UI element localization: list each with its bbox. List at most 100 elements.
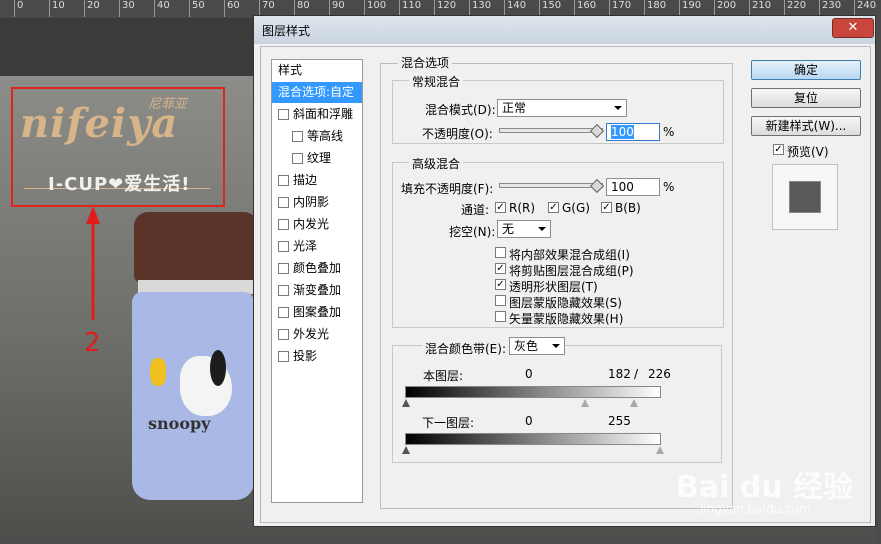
style-list-item[interactable]: 等高线 <box>272 126 362 147</box>
fill-opacity-slider[interactable] <box>499 183 603 188</box>
style-checkbox[interactable] <box>292 153 303 164</box>
style-checkbox[interactable] <box>278 351 289 362</box>
style-list-item[interactable]: 图案叠加 <box>272 302 362 323</box>
knockout-value: 无 <box>502 222 515 236</box>
opacity-input[interactable]: 100 <box>606 123 660 141</box>
style-list-item[interactable]: 外发光 <box>272 324 362 345</box>
style-checkbox[interactable] <box>278 109 289 120</box>
new-style-button[interactable]: 新建样式(W)... <box>751 116 861 136</box>
dialog-title: 图层样式 <box>262 24 311 38</box>
style-checkbox[interactable] <box>278 197 289 208</box>
this-layer-label: 本图层: <box>423 369 464 383</box>
chevron-down-icon <box>552 344 560 348</box>
chevron-down-icon <box>538 227 546 231</box>
blend-if-group <box>392 345 722 463</box>
advanced-option-checkbox[interactable] <box>495 311 506 322</box>
channel-r-checkbox[interactable]: ✓ <box>495 202 506 213</box>
style-checkbox[interactable] <box>278 175 289 186</box>
style-checkbox[interactable] <box>278 285 289 296</box>
style-list-item[interactable]: 混合选项:自定 <box>272 82 362 103</box>
style-list-item[interactable]: 纹理 <box>272 148 362 169</box>
this-layer-min: 0 <box>525 367 533 381</box>
underlying-layer-max: 255 <box>608 414 631 428</box>
style-list-item-label: 颜色叠加 <box>293 261 342 275</box>
advanced-option-checkbox[interactable]: ✓ <box>495 263 506 274</box>
opacity-unit: % <box>663 125 675 139</box>
advanced-blending-title: 高级混合 <box>409 155 464 172</box>
style-list-header[interactable]: 样式 <box>272 60 368 81</box>
underlying-layer-gradient <box>405 433 661 445</box>
opacity-value: 100 <box>611 125 634 139</box>
underlying-layer-min: 0 <box>525 414 533 428</box>
blending-options-title: 混合选项 <box>398 54 453 71</box>
style-list-item[interactable]: 光泽 <box>272 236 362 257</box>
advanced-option-label: 将剪贴图层混合成组(P) <box>509 264 634 278</box>
advanced-option-label: 透明形状图层(T) <box>509 280 598 294</box>
reset-button[interactable]: 复位 <box>751 88 861 108</box>
style-list-item[interactable]: 颜色叠加 <box>272 258 362 279</box>
baidu-watermark-url: jingyan.baidu.com <box>700 502 811 516</box>
style-checkbox[interactable] <box>292 131 303 142</box>
style-list-item[interactable]: 斜面和浮雕 <box>272 104 362 125</box>
style-list: 样式 混合选项:自定 斜面和浮雕 等高线 纹理 描边 内阴影 内发光 光泽 颜色叠加 渐变叠加 图案… <box>271 59 363 503</box>
style-checkbox[interactable] <box>278 307 289 318</box>
blend-if-select[interactable]: 灰色 <box>509 337 565 355</box>
opacity-slider[interactable] <box>499 128 603 133</box>
style-list-item-label: 等高线 <box>307 129 344 143</box>
style-checkbox[interactable] <box>278 329 289 340</box>
style-list-item[interactable]: 投影 <box>272 346 362 367</box>
advanced-option-checkbox[interactable]: ✓ <box>495 279 506 290</box>
blend-mode-label: 混合模式(D): <box>425 103 496 117</box>
dialog-titlebar[interactable] <box>254 16 875 44</box>
blend-mode-select[interactable]: 正常 <box>497 99 627 117</box>
style-list-item-label: 光泽 <box>293 239 318 253</box>
advanced-option-checkbox[interactable] <box>495 247 506 258</box>
this-layer-white-slider-right[interactable] <box>630 399 638 407</box>
style-list-item[interactable]: 渐变叠加 <box>272 280 362 301</box>
preview-label: 预览(V) <box>787 145 829 159</box>
preview-checkbox[interactable]: ✓ <box>773 144 784 155</box>
channel-r-label: R(R) <box>509 201 536 215</box>
style-checkbox[interactable] <box>278 241 289 252</box>
this-layer-gradient <box>405 386 661 398</box>
underlying-layer-label: 下一图层: <box>422 416 475 430</box>
blend-if-value: 灰色 <box>514 339 539 353</box>
style-list-item[interactable]: 内阴影 <box>272 192 362 213</box>
style-list-item[interactable]: 内发光 <box>272 214 362 235</box>
fill-opacity-unit: % <box>663 180 675 194</box>
style-list-item-label: 图案叠加 <box>293 305 342 319</box>
underlying-layer-white-slider[interactable] <box>656 446 664 454</box>
style-checkbox[interactable] <box>278 219 289 230</box>
this-layer-max-a: 182 <box>608 367 631 381</box>
style-list-item-label: 描边 <box>293 173 318 187</box>
style-list-item-label: 内发光 <box>293 217 330 231</box>
style-list-item-label: 内阴影 <box>293 195 330 209</box>
channel-g-checkbox[interactable]: ✓ <box>548 202 559 213</box>
advanced-option-checkbox[interactable] <box>495 295 506 306</box>
blend-mode-value: 正常 <box>502 101 527 115</box>
fill-opacity-label: 填充不透明度(F): <box>401 182 494 196</box>
channel-g-label: G(G) <box>562 201 590 215</box>
style-list-item-label: 混合选项:自定 <box>278 85 355 99</box>
channel-b-label: B(B) <box>615 201 641 215</box>
blend-if-label: 混合颜色带(E): <box>422 340 509 357</box>
advanced-option-label: 矢量蒙版隐藏效果(H) <box>509 312 624 326</box>
fill-opacity-input[interactable]: 100 <box>606 178 660 196</box>
ok-button[interactable]: 确定 <box>751 60 861 80</box>
underlying-layer-black-slider[interactable] <box>402 446 410 454</box>
channels-label: 通道: <box>461 203 490 217</box>
baidu-watermark: Bai du 经验 <box>676 470 854 505</box>
channel-b-checkbox[interactable]: ✓ <box>601 202 612 213</box>
advanced-option-label: 图层蒙版隐藏效果(S) <box>509 296 622 310</box>
advanced-option-label: 将内部效果混合成组(I) <box>509 248 630 262</box>
style-list-item-label: 渐变叠加 <box>293 283 342 297</box>
this-layer-slash: / <box>634 367 639 381</box>
this-layer-white-slider-left[interactable] <box>581 399 589 407</box>
this-layer-black-slider[interactable] <box>402 399 410 407</box>
close-button[interactable]: ✕ <box>832 18 874 38</box>
style-list-item-label: 外发光 <box>293 327 330 341</box>
knockout-select[interactable]: 无 <box>497 220 551 238</box>
annotation-number-2: 2 <box>84 328 101 358</box>
style-list-item[interactable]: 描边 <box>272 170 362 191</box>
style-checkbox[interactable] <box>278 263 289 274</box>
